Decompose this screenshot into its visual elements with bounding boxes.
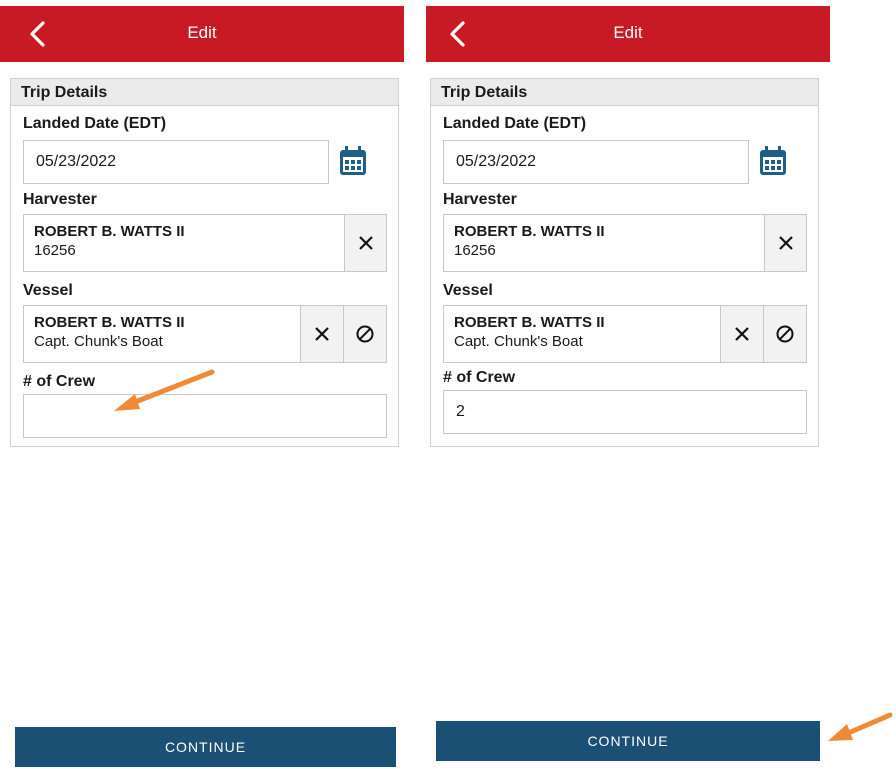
vessel-owner: ROBERT B. WATTS II [34, 314, 185, 331]
clear-harvester-button[interactable] [764, 214, 807, 272]
close-icon [735, 327, 749, 341]
vessel-name: Capt. Chunk's Boat [454, 333, 583, 350]
header-bar: Edit [0, 6, 404, 62]
harvester-name: ROBERT B. WATTS II [454, 223, 605, 240]
harvester-id: 16256 [34, 242, 76, 259]
no-vessel-button[interactable] [763, 305, 807, 363]
clear-harvester-button[interactable] [344, 214, 387, 272]
crew-input[interactable]: 2 [443, 390, 807, 434]
close-icon [778, 236, 793, 250]
vessel-field[interactable]: ROBERT B. WATTS II Capt. Chunk's Boat [23, 305, 301, 363]
vessel-label: Vessel [443, 282, 493, 299]
prohibited-icon [776, 325, 794, 343]
vessel-label: Vessel [23, 282, 73, 299]
harvester-name: ROBERT B. WATTS II [34, 223, 185, 240]
landed-date-input[interactable]: 05/23/2022 [443, 140, 749, 184]
vessel-owner: ROBERT B. WATTS II [454, 314, 605, 331]
harvester-label: Harvester [443, 191, 517, 208]
arrow-pointer-icon [828, 712, 893, 741]
calendar-icon [760, 146, 786, 175]
vessel-field[interactable]: ROBERT B. WATTS II Capt. Chunk's Boat [443, 305, 721, 363]
clear-vessel-button[interactable] [720, 305, 764, 363]
header-title: Edit [187, 23, 217, 42]
section-title: Trip Details [11, 79, 398, 106]
prohibited-icon [356, 325, 374, 343]
landed-date-label: Landed Date (EDT) [443, 115, 587, 132]
edit-screen-after: Edit Trip Details Landed Date (EDT) 05/2… [426, 0, 830, 769]
landed-date-label: Landed Date (EDT) [23, 115, 167, 132]
crew-label: # of Crew [23, 373, 96, 390]
landed-date-input[interactable]: 05/23/2022 [23, 140, 329, 184]
calendar-icon [340, 146, 366, 175]
close-icon [358, 236, 373, 250]
calendar-button[interactable] [338, 145, 368, 177]
close-icon [315, 327, 329, 341]
harvester-id: 16256 [454, 242, 496, 259]
header-title: Edit [613, 23, 643, 42]
calendar-button[interactable] [758, 145, 788, 177]
crew-label: # of Crew [443, 369, 516, 386]
continue-button[interactable]: CONTINUE [15, 727, 396, 767]
section-title: Trip Details [431, 79, 818, 106]
harvester-field[interactable]: ROBERT B. WATTS II 16256 [443, 214, 765, 272]
clear-vessel-button[interactable] [300, 305, 344, 363]
vessel-name: Capt. Chunk's Boat [34, 333, 163, 350]
harvester-field[interactable]: ROBERT B. WATTS II 16256 [23, 214, 345, 272]
header-bar: Edit [426, 6, 830, 62]
arrow-pointer-icon [114, 369, 215, 411]
continue-button[interactable]: CONTINUE [436, 721, 820, 761]
harvester-label: Harvester [23, 191, 97, 208]
trip-details-card: Trip Details Landed Date (EDT) 05/23/202… [430, 78, 819, 447]
no-vessel-button[interactable] [343, 305, 387, 363]
edit-screen-before: Edit Trip Details Landed Date (EDT) 05/2… [0, 0, 410, 769]
